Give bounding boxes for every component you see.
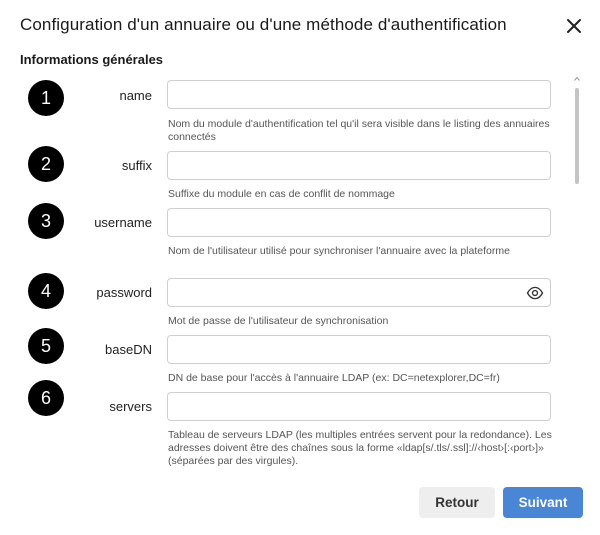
basedn-help-text: DN de base pour l'accès à l'annuaire LDA… xyxy=(168,372,500,384)
suffix-help-text: Suffixe du module en cas de conflit de n… xyxy=(168,188,395,200)
section-title: Informations générales xyxy=(20,52,164,67)
scrollbar-thumb[interactable] xyxy=(575,88,579,184)
suffix-input[interactable] xyxy=(168,152,550,179)
field-label-servers: servers xyxy=(109,399,152,414)
field-label-password: password xyxy=(96,285,152,300)
username-input[interactable] xyxy=(168,209,550,236)
close-icon[interactable] xyxy=(564,16,584,36)
dialog-title: Configuration d'un annuaire ou d'une mét… xyxy=(20,15,507,34)
basedn-field-box xyxy=(167,335,551,364)
password-field-box xyxy=(167,278,551,307)
back-button[interactable]: Retour xyxy=(419,487,495,518)
field-label-suffix: suffix xyxy=(121,158,152,173)
suffix-field-box xyxy=(167,151,551,180)
auth-config-dialog: Configuration d'un annuaire ou d'une mét… xyxy=(0,0,600,535)
password-input[interactable] xyxy=(168,279,550,306)
name-input[interactable] xyxy=(168,81,550,108)
field-label-username: username xyxy=(94,215,152,230)
next-button[interactable]: Suivant xyxy=(503,487,583,518)
chevron-up-icon[interactable] xyxy=(574,76,580,82)
servers-help-text: Tableau de serveurs LDAP (les multiples … xyxy=(168,429,552,467)
password-help-text: Mot de passe de l'utilisateur de synchro… xyxy=(168,315,389,327)
form-scroll-area[interactable]: 1 name Nom du module d'authentification … xyxy=(0,72,575,472)
field-label-name: name xyxy=(119,88,152,103)
username-help-text: Nom de l'utilisateur utilisé pour synchr… xyxy=(168,245,510,257)
name-help-text: Nom du module d'authentification tel qu'… xyxy=(168,118,550,143)
field-label-basedn: baseDN xyxy=(105,342,152,357)
name-field-box xyxy=(167,80,551,109)
servers-input[interactable] xyxy=(168,393,550,420)
basedn-input[interactable] xyxy=(168,336,550,363)
scrollbar[interactable] xyxy=(572,76,582,472)
servers-field-box xyxy=(167,392,551,421)
eye-icon[interactable] xyxy=(526,284,544,302)
username-field-box xyxy=(167,208,551,237)
